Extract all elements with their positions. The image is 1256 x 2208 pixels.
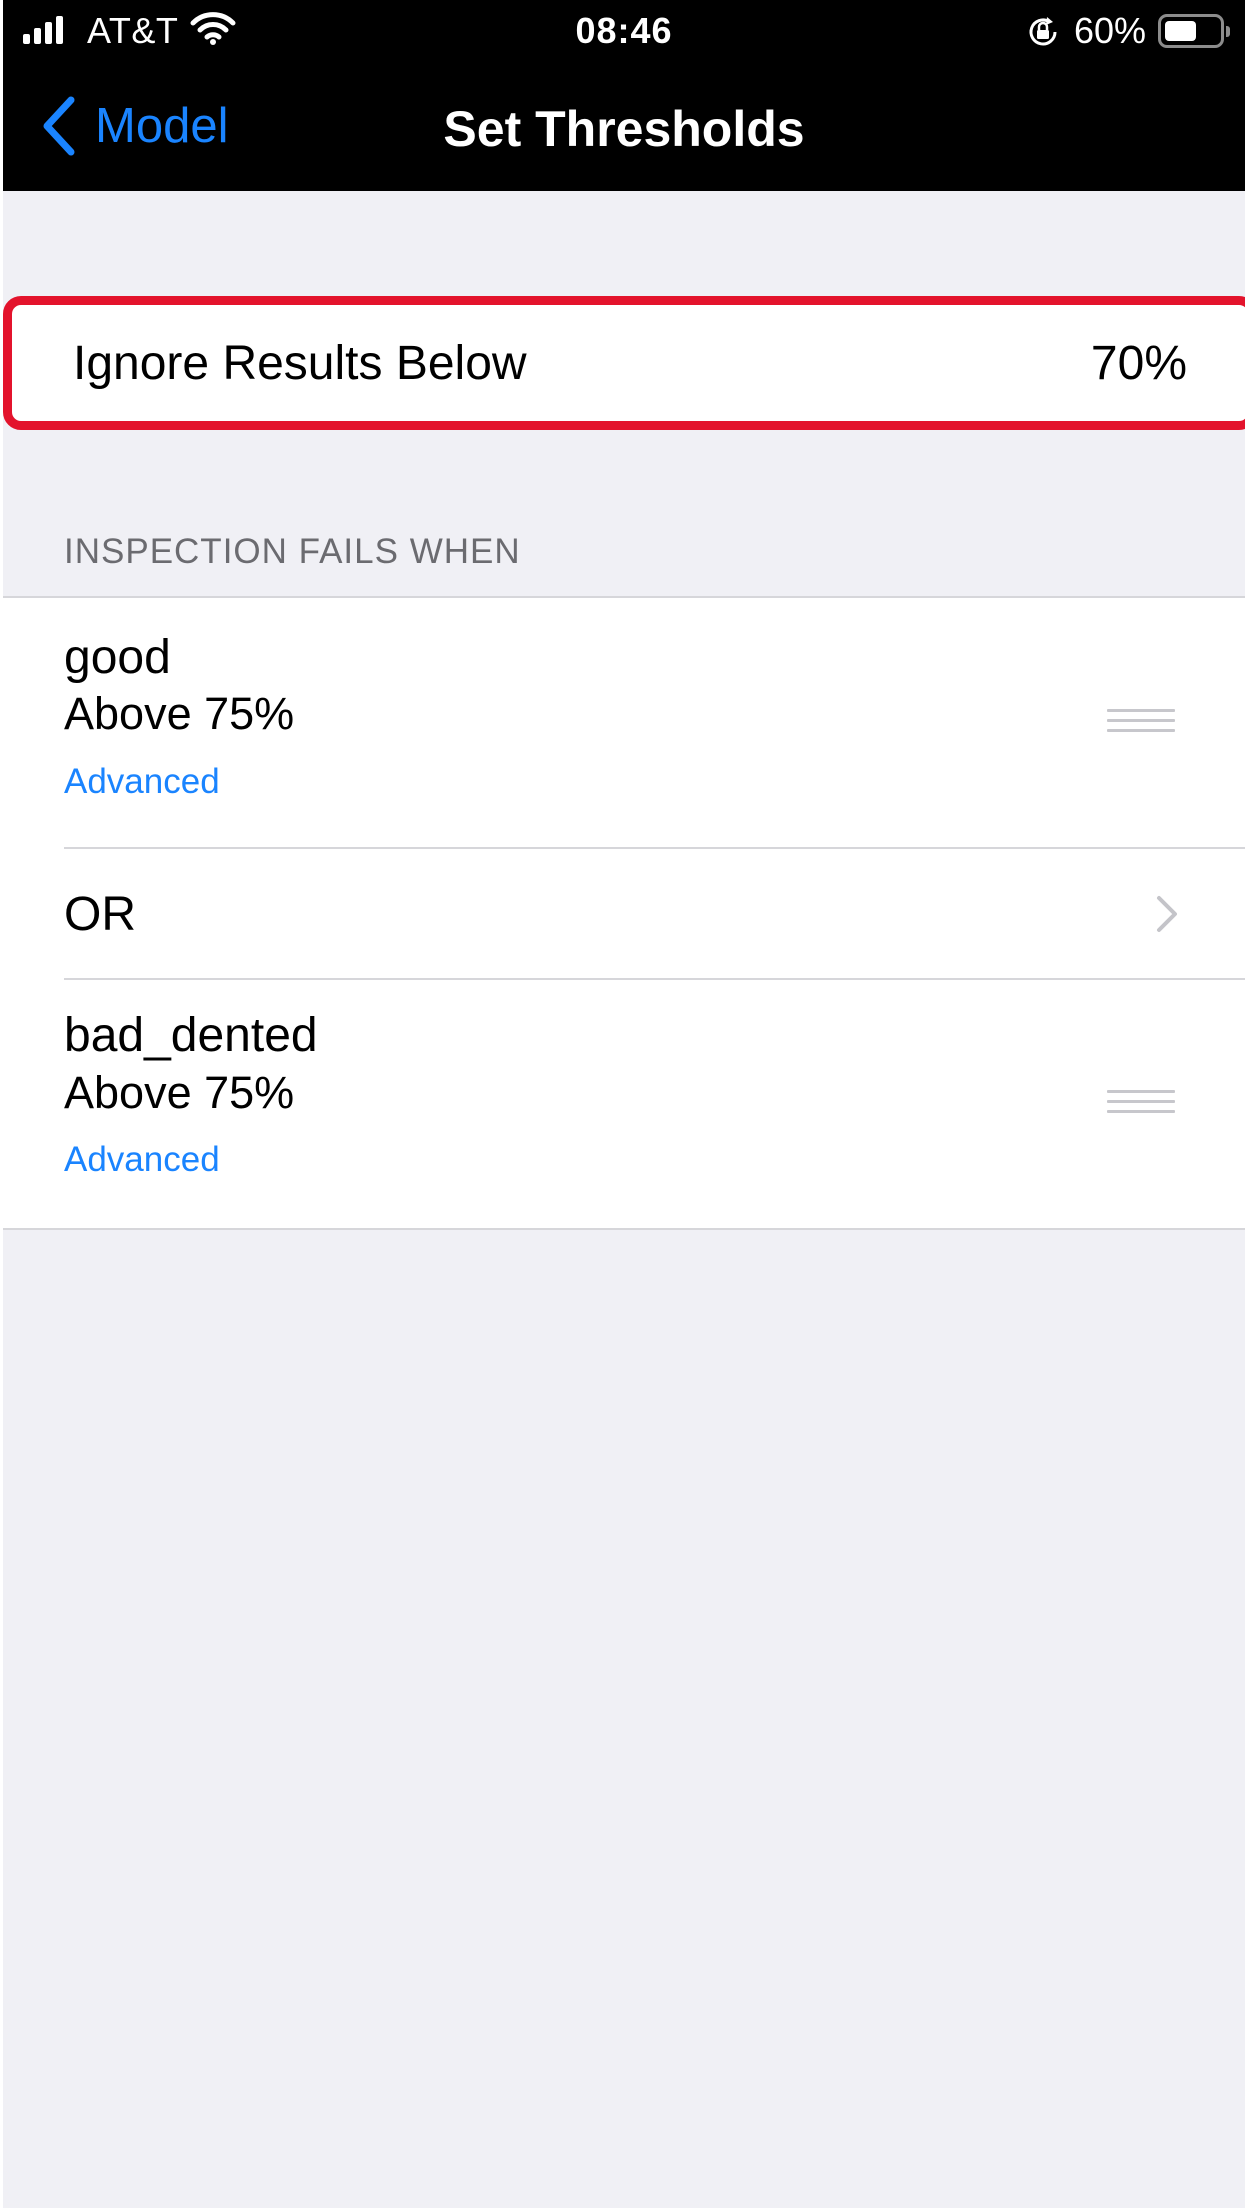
operator-label: OR <box>64 888 136 941</box>
list-item-bad-dented[interactable]: bad_dented Above 75% Advanced <box>3 980 1245 1230</box>
advanced-link[interactable]: Advanced <box>64 762 220 802</box>
battery-percent: 60% <box>1074 10 1147 51</box>
navigation-bar: Model Set Thresholds <box>3 70 1245 180</box>
section-header: INSPECTION FAILS WHEN <box>64 532 521 571</box>
ignore-results-label: Ignore Results Below <box>73 336 527 390</box>
orientation-lock-icon <box>1029 17 1057 46</box>
battery-icon <box>1158 14 1230 48</box>
battery-level-fill <box>1165 21 1196 41</box>
ignore-results-value: 70% <box>1090 336 1187 390</box>
reorder-handle-icon[interactable] <box>1107 709 1175 735</box>
status-bar: AT&T 08:46 60% <box>3 0 1245 62</box>
class-name: bad_dented <box>64 1009 318 1062</box>
conditions-list: good Above 75% Advanced OR bad_dented Ab… <box>3 596 1245 1230</box>
class-name: good <box>64 631 171 684</box>
operator-row[interactable]: OR <box>3 849 1245 979</box>
reorder-handle-icon[interactable] <box>1107 1090 1175 1116</box>
chevron-right-icon <box>1157 896 1177 932</box>
class-condition: Above 75% <box>64 688 295 739</box>
class-condition: Above 75% <box>64 1067 295 1118</box>
top-bar: AT&T 08:46 60% Model Set Thresholds <box>3 0 1245 191</box>
screen: AT&T 08:46 60% Model Set Thresholds Igno… <box>3 0 1245 2208</box>
highlight-box: Ignore Results Below 70% <box>3 296 1245 430</box>
page-title: Set Thresholds <box>443 101 805 157</box>
ignore-results-row[interactable]: Ignore Results Below 70% <box>21 305 1239 421</box>
advanced-link[interactable]: Advanced <box>64 1140 220 1180</box>
list-item-good[interactable]: good Above 75% Advanced <box>3 598 1245 849</box>
